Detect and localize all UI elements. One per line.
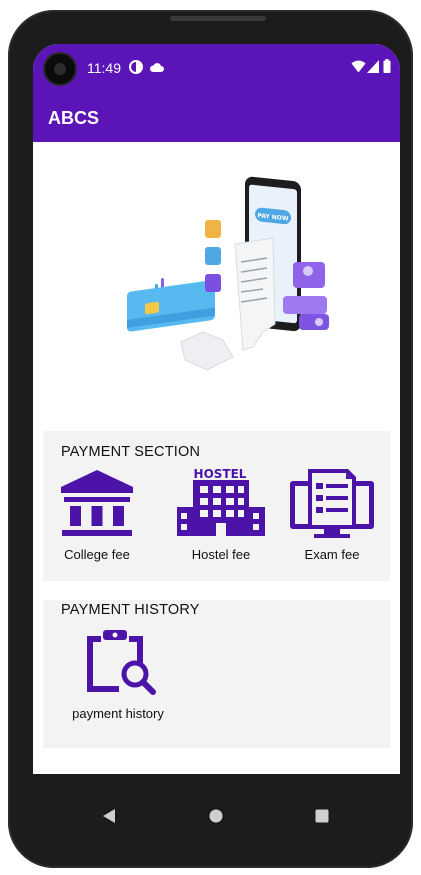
front-camera [45, 54, 75, 84]
payment-section: PAYMENT SECTION College fee HOSTEL Hoste… [43, 431, 390, 581]
hostel-building-icon: HOSTEL [177, 467, 265, 536]
hostel-sign-text: HOSTEL [194, 467, 247, 481]
payment-section-title: PAYMENT SECTION [61, 444, 201, 460]
battery-icon [383, 59, 391, 73]
status-bar: 11:49 [33, 44, 400, 92]
clipboard-search-icon [87, 630, 156, 695]
signal-icon [367, 60, 379, 73]
app-bar: ABCS [33, 92, 400, 142]
payment-history-tile[interactable]: payment history [63, 628, 173, 721]
app-title: ABCS [48, 108, 100, 128]
earpiece [170, 16, 266, 21]
exam-monitor-icon [290, 469, 374, 538]
payment-history-title: PAYMENT HISTORY [61, 602, 200, 618]
payment-history-label: payment history [72, 706, 164, 721]
payment-illustration: PAY NOW [127, 176, 329, 371]
college-fee-tile[interactable]: College fee [57, 469, 137, 562]
status-time: 11:49 [87, 60, 121, 76]
college-fee-label: College fee [64, 547, 130, 562]
back-icon[interactable] [102, 808, 116, 824]
recents-icon[interactable] [315, 809, 329, 823]
cloud-icon [149, 63, 164, 72]
home-icon[interactable] [209, 809, 223, 823]
payment-history-section: PAYMENT HISTORY payment history [43, 600, 390, 748]
college-building-icon [61, 470, 133, 536]
wifi-icon [351, 60, 366, 73]
hostel-fee-label: Hostel fee [191, 547, 251, 562]
hostel-fee-tile[interactable]: HOSTEL Hostel fee [173, 467, 269, 562]
navigation-bar [33, 774, 400, 860]
exam-fee-tile[interactable]: Exam fee [286, 467, 378, 562]
data-saver-icon [129, 60, 143, 74]
exam-fee-label: Exam fee [304, 547, 360, 562]
screen: 11:49 ABCS PAY NOW PAYMENT SECTION Colle… [33, 44, 400, 774]
